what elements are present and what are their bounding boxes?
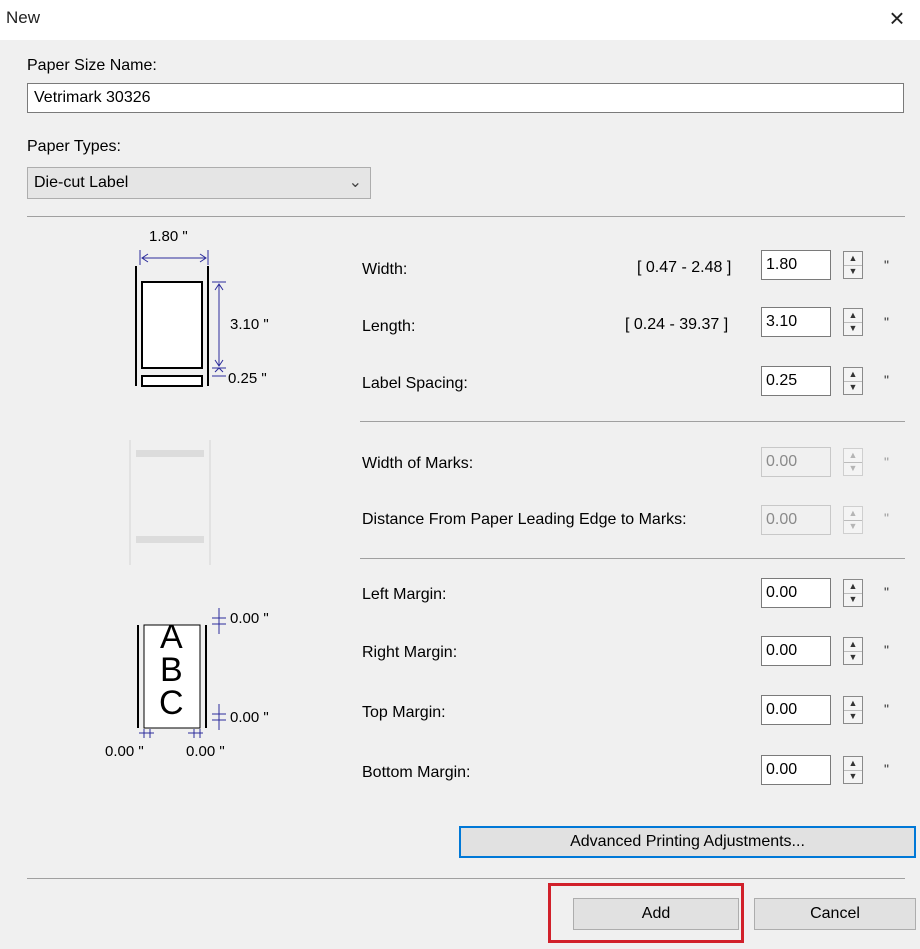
diagram-spacing-label: 0.25 ": [228, 370, 267, 387]
caret-down-icon[interactable]: ▼: [844, 322, 862, 335]
bottom-margin-input[interactable]: [761, 755, 831, 785]
caret-down-icon[interactable]: ▼: [844, 651, 862, 664]
width-of-marks-input: [761, 447, 831, 477]
width-label: Width:: [362, 261, 408, 278]
label-spacing-stepper[interactable]: ▲ ▼: [843, 367, 863, 395]
caret-up-icon[interactable]: ▲: [844, 580, 862, 594]
caret-down-icon[interactable]: ▼: [844, 593, 862, 606]
caret-up-icon[interactable]: ▲: [844, 309, 862, 323]
bottom-margin-unit: ": [884, 761, 889, 777]
caret-down-icon[interactable]: ▼: [844, 265, 862, 278]
left-margin-label: Left Margin:: [362, 586, 447, 603]
divider-bottom: [27, 878, 905, 879]
right-margin-stepper[interactable]: ▲ ▼: [843, 637, 863, 665]
right-margin-unit: ": [884, 642, 889, 658]
width-of-marks-stepper: ▲ ▼: [843, 448, 863, 476]
length-range: [ 0.24 - 39.37 ]: [625, 316, 729, 333]
caret-up-icon[interactable]: ▲: [844, 697, 862, 711]
caret-up-icon[interactable]: ▲: [844, 252, 862, 266]
add-button[interactable]: Add: [573, 898, 739, 930]
left-margin-unit: ": [884, 584, 889, 600]
distance-to-marks-unit: ": [884, 510, 889, 526]
distance-to-marks-label: Distance From Paper Leading Edge to Mark…: [362, 511, 687, 528]
width-input[interactable]: [761, 250, 831, 280]
left-margin-stepper[interactable]: ▲ ▼: [843, 579, 863, 607]
diagram-length-label: 3.10 ": [230, 316, 269, 333]
diagram-bottom-margin-label: 0.00 ": [230, 709, 269, 726]
distance-to-marks-stepper: ▲ ▼: [843, 506, 863, 534]
label-spacing-unit: ": [884, 372, 889, 388]
die-cut-label-diagram: [139, 250, 209, 265]
caret-down-icon[interactable]: ▼: [844, 710, 862, 723]
width-unit: ": [884, 257, 889, 273]
top-margin-input[interactable]: [761, 695, 831, 725]
caret-up-icon[interactable]: ▲: [844, 757, 862, 771]
diagram-width-label: 1.80 ": [149, 228, 188, 245]
close-icon[interactable]: ×: [882, 4, 912, 34]
marks-diagram: [129, 440, 211, 565]
length-input[interactable]: [761, 307, 831, 337]
diagram-top-margin-label: 0.00 ": [230, 610, 269, 627]
diagram-left-margin-label: 0.00 ": [105, 743, 144, 760]
bottom-margin-stepper[interactable]: ▲ ▼: [843, 756, 863, 784]
caret-down-icon: ▼: [848, 521, 858, 531]
caret-down-icon: ▼: [848, 463, 858, 473]
divider-margins: [360, 558, 905, 559]
width-of-marks-label: Width of Marks:: [362, 455, 474, 472]
caret-down-icon[interactable]: ▼: [844, 381, 862, 394]
length-label: Length:: [362, 318, 416, 335]
bottom-margin-label: Bottom Margin:: [362, 764, 471, 781]
caret-up-icon: ▲: [844, 507, 862, 521]
caret-down-icon[interactable]: ▼: [844, 770, 862, 783]
sample-letter-c: C: [159, 684, 184, 722]
caret-up-icon[interactable]: ▲: [844, 638, 862, 652]
right-margin-input[interactable]: [761, 636, 831, 666]
caret-up-icon[interactable]: ▲: [844, 368, 862, 382]
length-unit: ": [884, 314, 889, 330]
sample-letter-b: B: [160, 651, 183, 689]
top-margin-stepper[interactable]: ▲ ▼: [843, 696, 863, 724]
top-margin-unit: ": [884, 701, 889, 717]
divider-marks: [360, 421, 905, 422]
diagram-right-margin-label: 0.00 ": [186, 743, 225, 760]
cancel-button[interactable]: Cancel: [754, 898, 916, 930]
sample-letter-a: A: [160, 618, 183, 656]
width-of-marks-unit: ": [884, 454, 889, 470]
length-stepper[interactable]: ▲ ▼: [843, 308, 863, 336]
label-spacing-label: Label Spacing:: [362, 375, 468, 392]
chevron-down-icon: ⌄: [348, 174, 362, 191]
label-spacing-input[interactable]: [761, 366, 831, 396]
width-stepper[interactable]: ▲ ▼: [843, 251, 863, 279]
top-margin-label: Top Margin:: [362, 704, 446, 721]
distance-to-marks-input: [761, 505, 831, 535]
caret-up-icon: ▲: [844, 449, 862, 463]
advanced-printing-adjustments-button[interactable]: Advanced Printing Adjustments...: [459, 826, 916, 858]
left-margin-input[interactable]: [761, 578, 831, 608]
width-range: [ 0.47 - 2.48 ]: [637, 259, 732, 276]
right-margin-label: Right Margin:: [362, 644, 458, 661]
